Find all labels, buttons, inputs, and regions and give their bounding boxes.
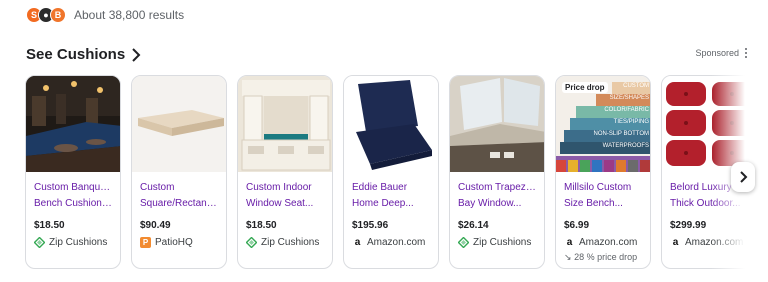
zip-cushions-icon — [458, 237, 469, 248]
product-card[interactable]: CUSTOM SIZE/SHAPES COLOR/FABRIC TIES/PIP… — [555, 75, 651, 269]
price-drop-text: 28 % price drop — [574, 252, 638, 262]
merchant: a Amazon.com — [670, 237, 745, 248]
merchant-name: Amazon.com — [685, 237, 744, 248]
product-card[interactable]: Custom Indoor Window Seat... $18.50 Zip … — [237, 75, 333, 269]
product-image-bench-cushion-stack[interactable]: CUSTOM SIZE/SHAPES COLOR/FABRIC TIES/PIP… — [556, 76, 650, 172]
zip-cushions-icon — [246, 237, 257, 248]
more-options-icon[interactable] — [745, 48, 748, 58]
merchant-name: Zip Cushions — [473, 237, 532, 248]
merchant-name: Zip Cushions — [261, 237, 320, 248]
zip-cushions-icon — [34, 237, 45, 248]
price-drop-note: ↘ 28 % price drop — [564, 252, 642, 263]
product-price: $26.14 — [458, 220, 489, 231]
chevron-right-icon — [132, 47, 141, 62]
product-image-restaurant-banquette[interactable] — [26, 76, 120, 172]
product-image-square-cushion[interactable] — [132, 76, 226, 172]
merchant: Zip Cushions — [34, 237, 112, 248]
product-title[interactable]: Custom Square/Rectang... — [140, 180, 218, 212]
sponsored-label-group: Sponsored — [695, 48, 748, 58]
merchant: Zip Cushions — [458, 237, 536, 248]
banner-line: CUSTOM — [623, 83, 649, 89]
product-image-red-outdoor-cushions[interactable] — [662, 76, 745, 172]
product-price: $18.50 — [34, 220, 65, 231]
banner-line: WATERPROOFS — [602, 143, 649, 149]
trend-down-icon: ↘ — [564, 252, 572, 262]
results-count: About 38,800 results — [74, 8, 185, 22]
product-price: $299.99 — [670, 220, 707, 231]
product-title[interactable]: Custom Trapezoid Bay Window... — [458, 180, 536, 212]
product-card[interactable]: Custom Banquette Bench Cushions... $18.5… — [25, 75, 121, 269]
product-title[interactable]: Custom Indoor Window Seat... — [246, 180, 324, 212]
banner-line: COLOR/FABRIC — [604, 107, 649, 113]
amazon-icon: a — [566, 237, 573, 248]
amazon-icon: a — [354, 237, 361, 248]
product-card[interactable]: Custom Square/Rectang... $90.49 P PatioH… — [131, 75, 227, 269]
product-title[interactable]: Millsilo Custom Size Bench... — [564, 180, 642, 212]
chevron-right-icon — [740, 171, 748, 183]
merchant-name: Zip Cushions — [49, 237, 108, 248]
patiohq-icon: P — [140, 237, 151, 248]
merchant-name: Amazon.com — [367, 237, 426, 248]
product-image-bay-window-seat[interactable] — [450, 76, 544, 172]
merchant-name: PatioHQ — [155, 237, 193, 248]
banner-line: SIZE/SHAPES — [609, 95, 649, 101]
sponsored-label: Sponsored — [695, 48, 739, 58]
merchant: a Amazon.com — [564, 237, 642, 248]
product-title[interactable]: Custom Banquette Bench Cushions... — [34, 180, 112, 212]
merchant-name: Amazon.com — [579, 237, 638, 248]
amazon-icon: a — [672, 237, 679, 248]
product-track: Custom Banquette Bench Cushions... $18.5… — [25, 75, 745, 269]
orange-b-favicon: B — [50, 7, 66, 23]
carousel-next-button[interactable] — [731, 162, 755, 192]
product-card[interactable]: Eddie Bauer Home Deep... $195.96 a Amazo… — [343, 75, 439, 269]
price-drop-badge: Price drop — [562, 82, 608, 93]
shopping-section-header[interactable]: See Cushions — [26, 46, 141, 63]
results-bar: S ● B About 38,800 results — [26, 6, 184, 24]
banner-line: NON-SLIP BOTTOM — [593, 131, 649, 137]
product-image-navy-deep-seat-cushion[interactable] — [344, 76, 438, 172]
merchant: P PatioHQ — [140, 237, 218, 248]
product-carousel: Custom Banquette Bench Cushions... $18.5… — [25, 75, 745, 269]
product-price: $195.96 — [352, 220, 389, 231]
merchant: a Amazon.com — [352, 237, 430, 248]
product-card[interactable]: Custom Trapezoid Bay Window... $26.14 Zi… — [449, 75, 545, 269]
banner-line: TIES/PIPING — [613, 119, 649, 125]
product-image-window-seat[interactable] — [238, 76, 332, 172]
product-price: $6.99 — [564, 220, 590, 231]
merchant: Zip Cushions — [246, 237, 324, 248]
section-title[interactable]: See Cushions — [26, 46, 125, 63]
product-price: $18.50 — [246, 220, 277, 231]
product-price: $90.49 — [140, 220, 171, 231]
product-title[interactable]: Eddie Bauer Home Deep... — [352, 180, 430, 212]
